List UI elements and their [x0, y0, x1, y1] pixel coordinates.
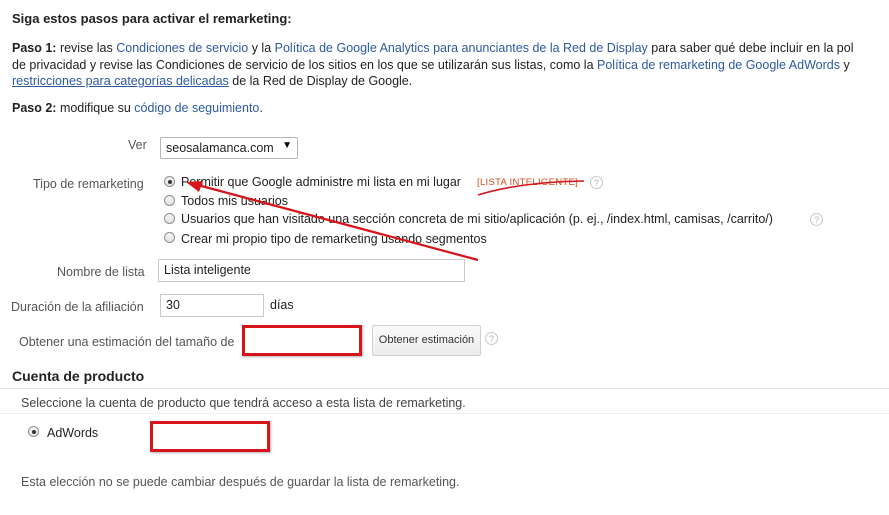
product-account-note: Esta elección no se puede cambiar despué…: [21, 475, 460, 489]
membership-duration-input[interactable]: 30: [160, 294, 264, 317]
redacted-box-annotation: [242, 325, 362, 356]
section-divider: [0, 388, 889, 389]
section-divider: [0, 413, 889, 414]
annotation-overlay: [186, 180, 585, 262]
red-arrowhead-annotation: [186, 181, 203, 192]
estimate-size-label: Obtener una estimación del tamaño de: [19, 335, 235, 349]
list-name-label: Nombre de lista: [57, 265, 145, 279]
radio-adwords[interactable]: [28, 426, 39, 437]
red-arrow-annotation: [193, 182, 479, 262]
red-underline-annotation: [477, 180, 585, 196]
product-account-description: Seleccione la cuenta de producto que ten…: [21, 396, 466, 410]
list-name-input[interactable]: Lista inteligente: [158, 259, 465, 282]
help-icon[interactable]: ?: [485, 332, 498, 345]
duration-unit-label: días: [270, 298, 294, 312]
product-account-heading: Cuenta de producto: [12, 368, 145, 384]
redacted-box-annotation: [150, 421, 270, 452]
get-estimate-button[interactable]: Obtener estimación: [372, 325, 481, 356]
adwords-option-label: AdWords: [47, 426, 99, 440]
membership-duration-label: Duración de la afiliación: [11, 300, 144, 314]
